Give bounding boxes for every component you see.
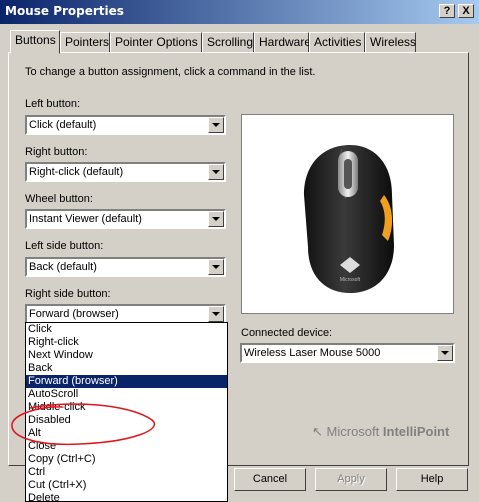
right-button-value: Right-click (default): [29, 166, 124, 178]
dropdown-arrow-button[interactable]: [208, 164, 224, 180]
list-item[interactable]: Click: [26, 323, 227, 336]
chevron-down-icon: [212, 170, 220, 174]
instruction-text: To change a button assignment, click a c…: [25, 66, 316, 78]
tab-buttons[interactable]: Buttons: [10, 30, 60, 54]
connected-device-label: Connected device:: [241, 327, 333, 339]
annotation-ellipse: [11, 403, 155, 446]
brand-company: Microsoft: [326, 424, 380, 439]
left-button-label: Left button:: [25, 98, 81, 110]
list-item[interactable]: Delete: [26, 492, 227, 501]
chevron-down-icon: [212, 123, 220, 127]
chevron-down-icon: [212, 265, 220, 269]
right-button-label: Right button:: [25, 146, 88, 158]
brand-product: IntelliPoint: [382, 424, 450, 439]
list-item[interactable]: Ctrl: [26, 466, 227, 479]
chevron-down-icon: [441, 351, 449, 355]
list-item[interactable]: Next Window: [26, 349, 227, 362]
right-side-button-select[interactable]: Forward (browser): [25, 304, 226, 324]
chevron-down-icon: [212, 312, 220, 316]
tab-pointer-options[interactable]: Pointer Options: [110, 32, 202, 52]
help-icon: ?: [443, 5, 451, 17]
connected-device-value: Wireless Laser Mouse 5000: [244, 347, 381, 359]
tab-scrolling[interactable]: Scrolling: [202, 32, 254, 52]
wheel-button-label: Wheel button:: [25, 193, 93, 205]
list-item[interactable]: Cut (Ctrl+X): [26, 479, 227, 492]
wheel-button-select[interactable]: Instant Viewer (default): [25, 209, 226, 229]
apply-button[interactable]: Apply: [315, 468, 387, 491]
dropdown-arrow-button[interactable]: [208, 211, 224, 227]
left-button-value: Click (default): [29, 119, 97, 131]
cancel-button-label: Cancel: [252, 473, 288, 485]
dropdown-arrow-button[interactable]: [208, 117, 224, 133]
tab-pointers[interactable]: Pointers: [60, 32, 110, 52]
left-side-button-label: Left side button:: [25, 240, 104, 252]
intellipoint-brand: ↖ Microsoft IntelliPoint: [312, 424, 449, 440]
cursor-logo-icon: ↖: [312, 424, 323, 439]
close-button[interactable]: X: [458, 4, 474, 18]
left-button-select[interactable]: Click (default): [25, 115, 226, 135]
left-side-button-value: Back (default): [29, 261, 97, 273]
window-title: Mouse Properties: [5, 4, 124, 18]
right-button-select[interactable]: Right-click (default): [25, 162, 226, 182]
tab-hardware[interactable]: Hardware: [254, 32, 311, 52]
connected-device-select[interactable]: Wireless Laser Mouse 5000: [240, 343, 455, 363]
title-bar: Mouse Properties ? X: [0, 0, 479, 24]
dropdown-arrow-button[interactable]: [208, 259, 224, 275]
chevron-down-icon: [212, 217, 220, 221]
mouse-image-frame: Microsoft: [241, 114, 454, 314]
close-icon: X: [462, 5, 470, 17]
list-item[interactable]: Back: [26, 362, 227, 375]
dropdown-arrow-button[interactable]: [437, 345, 453, 361]
help-dialog-button[interactable]: Help: [396, 468, 468, 491]
wheel-button-value: Instant Viewer (default): [29, 213, 142, 225]
left-side-button-select[interactable]: Back (default): [25, 257, 226, 277]
list-item[interactable]: Right-click: [26, 336, 227, 349]
mouse-brand-text: Microsoft: [340, 277, 361, 283]
help-button-label: Help: [420, 473, 444, 485]
apply-button-label: Apply: [337, 473, 365, 485]
tab-wireless[interactable]: Wireless: [365, 32, 416, 52]
list-item[interactable]: Copy (Ctrl+C): [26, 453, 227, 466]
help-button[interactable]: ?: [439, 4, 455, 18]
list-item-selected[interactable]: Forward (browser): [26, 375, 227, 388]
mouse-image: Microsoft: [304, 145, 394, 293]
tab-activities[interactable]: Activities: [309, 32, 365, 52]
cancel-button[interactable]: Cancel: [234, 468, 306, 491]
right-side-button-label: Right side button:: [25, 288, 111, 300]
dropdown-arrow-button[interactable]: [208, 306, 224, 322]
right-side-button-value: Forward (browser): [29, 308, 119, 320]
